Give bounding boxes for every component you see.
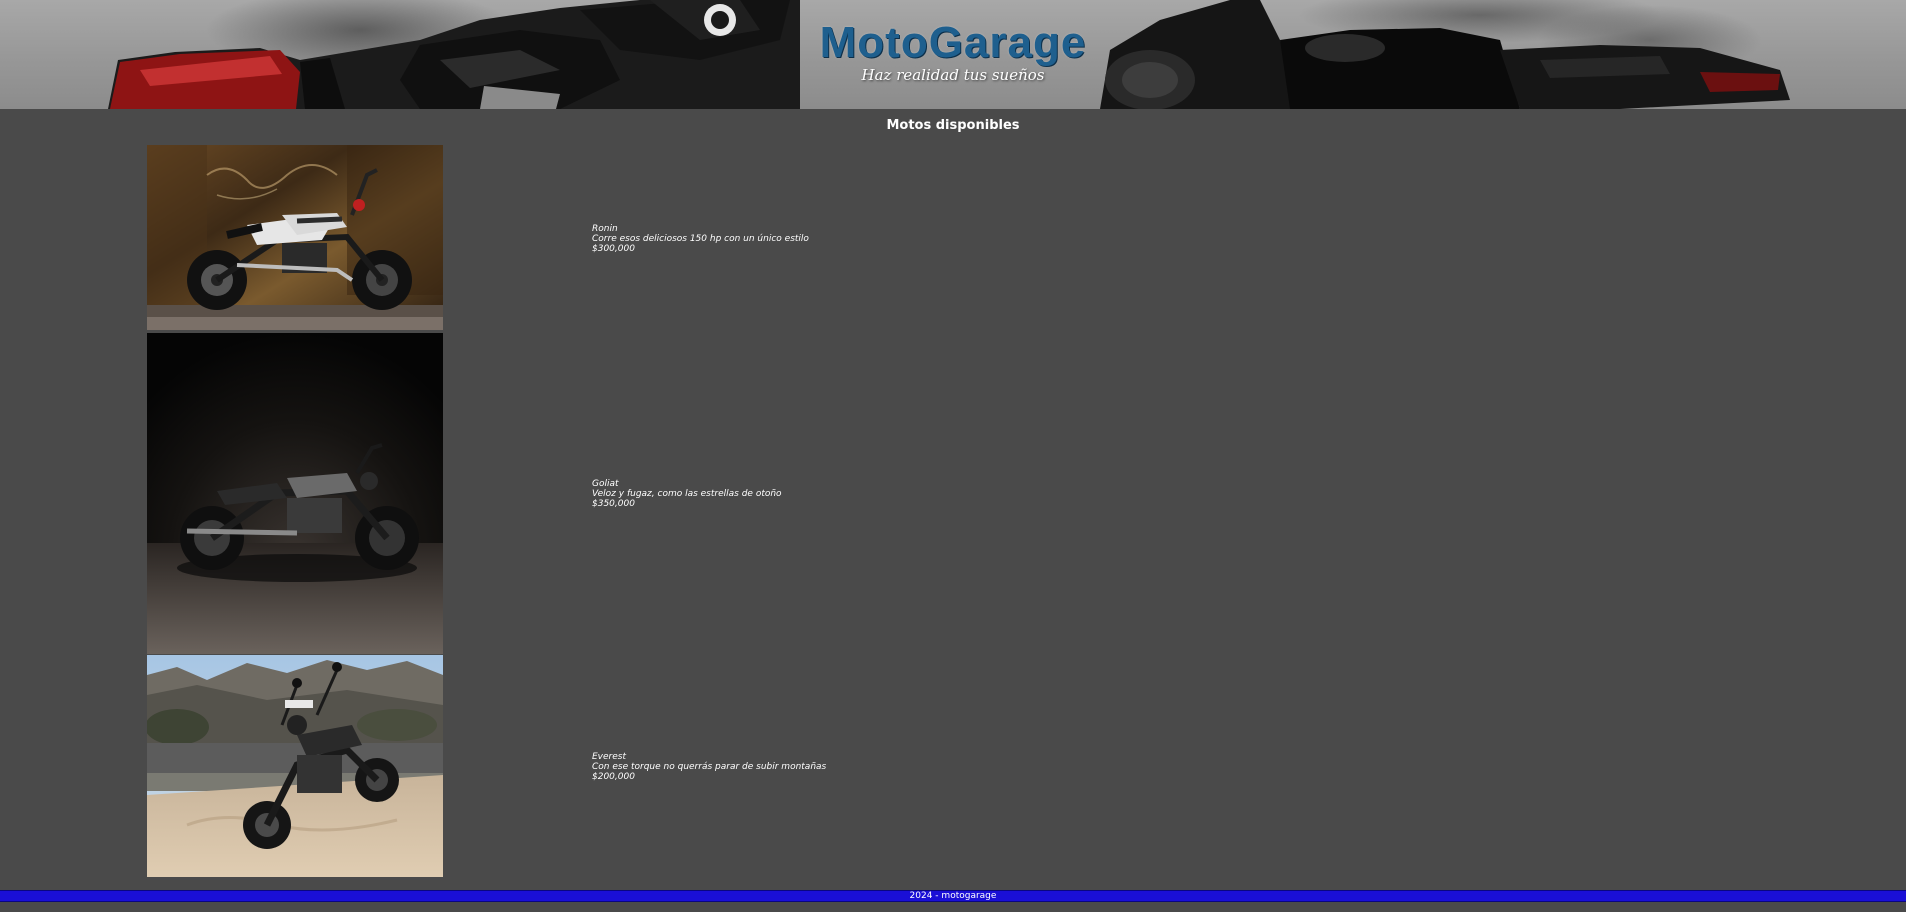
moto-photo-ronin: [147, 145, 443, 330]
section-title: Motos disponibles: [886, 118, 1020, 133]
moto-name: Everest: [592, 752, 627, 762]
moto-photo-goliat: [147, 333, 443, 654]
moto-info-everest: Everest Con ese torque no querrás parar …: [592, 752, 826, 782]
moto-description: Veloz y fugaz, como las estrellas de oto…: [592, 489, 782, 499]
moto-price: $350,000: [592, 499, 635, 509]
moto-price: $200,000: [592, 772, 635, 782]
moto-info-goliat: Goliat Veloz y fugaz, como las estrellas…: [592, 479, 782, 509]
moto-info-ronin: Ronin Corre esos deliciosos 150 hp con u…: [592, 224, 809, 254]
moto-name: Ronin: [592, 224, 618, 234]
brand-tagline: Haz realidad tus sueños: [861, 66, 1045, 84]
footer-text: 2024 - motogarage: [909, 891, 997, 901]
brand-logo: MotoGarage: [819, 18, 1087, 67]
moto-description: Con ese torque no querrás parar de subir…: [592, 762, 827, 772]
moto-description: Corre esos deliciosos 150 hp con un únic…: [592, 234, 809, 244]
moto-name: Goliat: [592, 479, 619, 489]
footer-bar: 2024 - motogarage: [0, 890, 1906, 902]
header-banner: MotoGarage Haz realidad tus sueños: [0, 0, 1906, 109]
moto-photo-everest: [147, 655, 443, 877]
moto-price: $300,000: [592, 244, 635, 254]
